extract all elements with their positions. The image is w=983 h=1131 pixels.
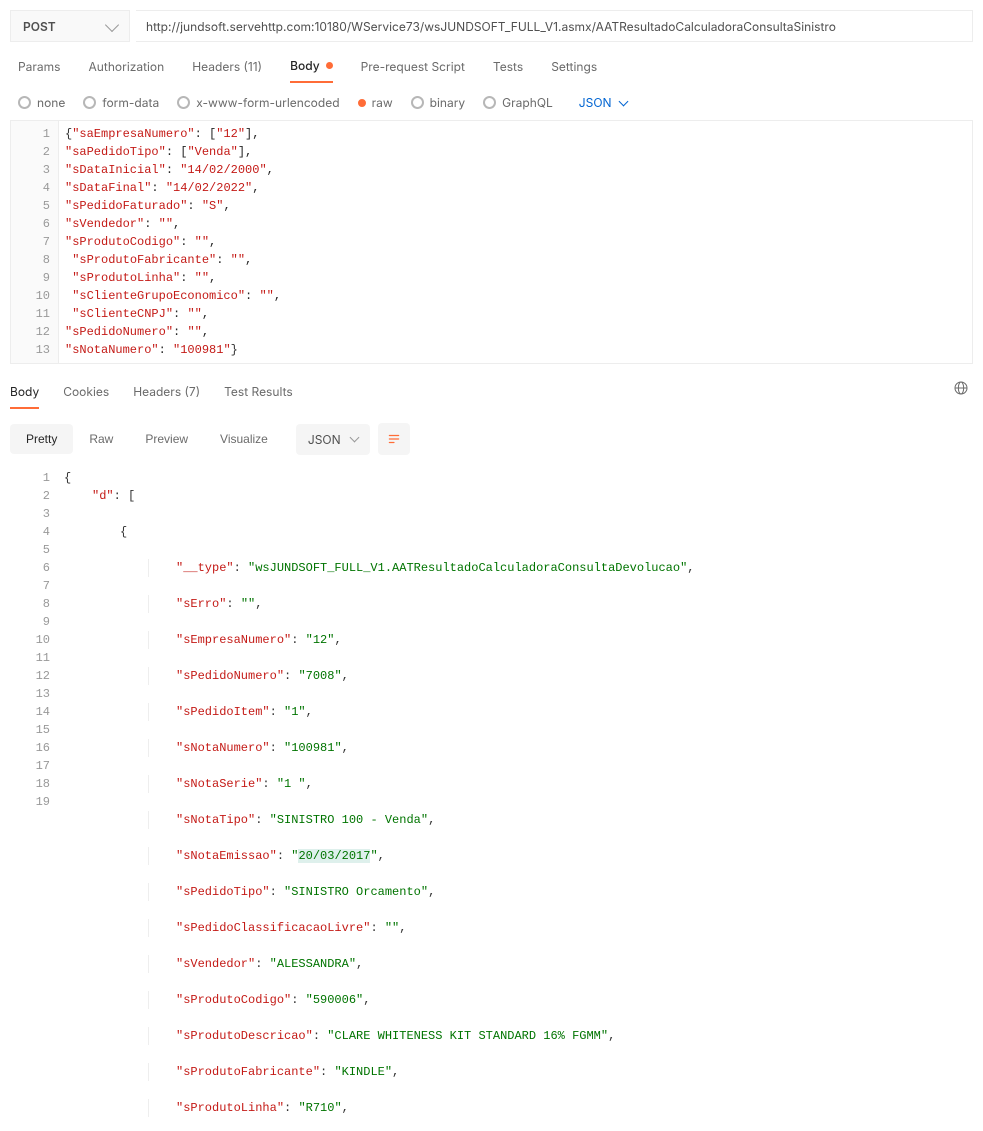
tab-tests[interactable]: Tests (493, 58, 523, 83)
tab-settings[interactable]: Settings (551, 58, 597, 83)
url-input[interactable]: http://jundsoft.servehttp.com:10180/WSer… (136, 10, 973, 42)
bodytype-urlencoded[interactable]: x-www-form-urlencoded (177, 95, 339, 110)
url-value: http://jundsoft.servehttp.com:10180/WSer… (146, 19, 836, 34)
restab-cookies[interactable]: Cookies (63, 384, 109, 409)
tab-authorization[interactable]: Authorization (89, 58, 165, 83)
response-format-dropdown[interactable]: JSON (296, 424, 370, 455)
bodytype-binary[interactable]: binary (411, 95, 466, 110)
tab-params[interactable]: Params (18, 58, 61, 83)
chevron-down-icon (105, 17, 119, 31)
chevron-down-icon (618, 96, 628, 106)
globe-icon[interactable] (953, 380, 969, 396)
wrap-lines-button[interactable] (378, 423, 410, 455)
request-tabs: Params Authorization Headers (11) Body P… (0, 42, 983, 83)
dot-modified-icon (326, 62, 333, 69)
view-visualize[interactable]: Visualize (204, 424, 284, 454)
view-pretty[interactable]: Pretty (10, 424, 73, 454)
response-tabs: Body Cookies Headers (7) Test Results (0, 364, 983, 409)
request-body-code[interactable]: {"saEmpresaNumero": ["12"], "saPedidoTip… (59, 121, 287, 363)
response-body-code[interactable]: { "d": [ { "__type": "wsJUNDSOFT_FULL_V1… (58, 465, 973, 1121)
body-type-row: none form-data x-www-form-urlencoded raw… (0, 83, 983, 120)
request-body-editor[interactable]: 12345678910111213 {"saEmpresaNumero": ["… (10, 120, 973, 364)
restab-body[interactable]: Body (10, 384, 39, 409)
bodytype-graphql[interactable]: GraphQL (483, 95, 553, 110)
restab-headers[interactable]: Headers (7) (133, 384, 200, 409)
restab-tests[interactable]: Test Results (224, 384, 293, 409)
tab-headers[interactable]: Headers (11) (192, 58, 262, 83)
view-preview[interactable]: Preview (129, 424, 204, 454)
tab-body[interactable]: Body (290, 58, 333, 83)
raw-format-dropdown[interactable]: JSON (579, 95, 627, 110)
chevron-down-icon (349, 433, 359, 443)
editor-gutter: 12345678910111213 (11, 121, 59, 363)
bodytype-none[interactable]: none (18, 95, 65, 110)
response-viewbar: Pretty Raw Preview Visualize JSON (0, 409, 983, 465)
response-gutter: 12345678910111213141516171819 (10, 465, 58, 1121)
method-label: POST (23, 19, 56, 34)
bodytype-raw[interactable]: raw (358, 95, 393, 110)
view-raw[interactable]: Raw (73, 424, 129, 454)
response-body-viewer[interactable]: 12345678910111213141516171819 { "d": [ {… (0, 465, 983, 1131)
method-select[interactable]: POST (10, 10, 130, 42)
tab-prerequest[interactable]: Pre-request Script (361, 58, 465, 83)
bodytype-formdata[interactable]: form-data (83, 95, 159, 110)
wrap-icon (387, 432, 401, 446)
